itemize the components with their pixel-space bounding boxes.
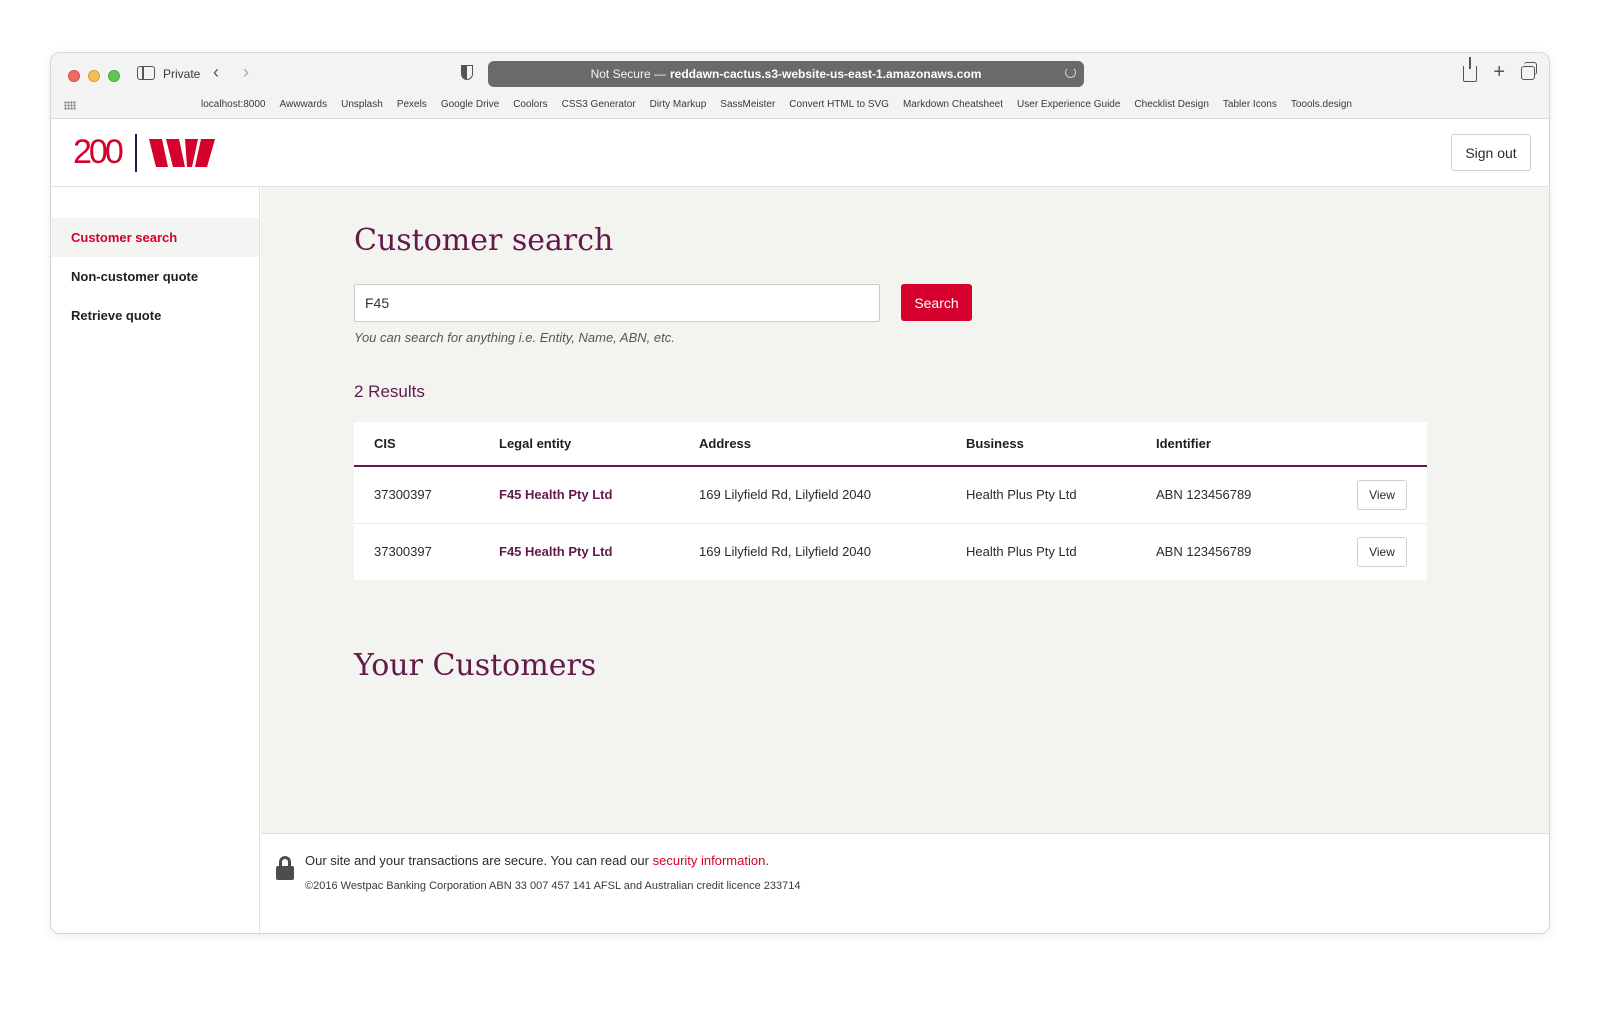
column-header-legal-entity: Legal entity [499, 422, 699, 467]
new-tab-icon[interactable]: + [1493, 62, 1505, 82]
logo-divider [134, 133, 137, 172]
legal-entity-cell: F45 Health Pty Ltd [499, 523, 699, 580]
security-information-link[interactable]: security information [653, 853, 766, 868]
bookmark-item[interactable]: Pexels [397, 99, 427, 110]
legal-entity-cell: F45 Health Pty Ltd [499, 466, 699, 524]
results-count: 2 Results [354, 382, 425, 401]
table-row: 37300397 F45 Health Pty Ltd 169 Lilyfield … [354, 523, 1427, 580]
tab-overview-icon[interactable] [1521, 62, 1537, 80]
table-header-row: CIS Legal entity Address Business Identi… [354, 422, 1427, 467]
your-customers-title: Your Customers [354, 648, 597, 683]
copyright-text: ©2016 Westpac Banking Corporation ABN 33… [305, 880, 801, 892]
browser-actions: + [1463, 57, 1537, 82]
bookmark-item[interactable]: Tabler Icons [1223, 99, 1277, 110]
column-header-actions [1346, 422, 1427, 467]
main-content: Customer search Search You can search fo… [261, 187, 1549, 833]
back-arrow-icon[interactable]: ‹ [213, 62, 219, 82]
bookmark-item[interactable]: localhost:8000 [201, 99, 266, 110]
close-window-button[interactable] [68, 70, 80, 82]
bookmark-item[interactable]: CSS3 Generator [562, 99, 636, 110]
view-button[interactable]: View [1357, 536, 1407, 567]
lock-icon [276, 856, 294, 880]
results-body: 37300397 F45 Health Pty Ltd 169 Lilyfield … [354, 466, 1427, 580]
bookmark-item[interactable]: Coolors [513, 99, 547, 110]
action-cell: View [1346, 466, 1427, 524]
identifier-cell: ABN 123456789 [1156, 466, 1346, 524]
table-row: 37300397 F45 Health Pty Ltd 169 Lilyfield … [354, 466, 1427, 524]
bookmark-item[interactable]: Google Drive [441, 99, 499, 110]
bookmark-item[interactable]: Checklist Design [1134, 99, 1208, 110]
column-header-identifier: Identifier [1156, 422, 1346, 467]
browser-chrome: Private ‹ › Not Secure — reddawn-cactus.… [51, 53, 1549, 119]
site-header: 200 Sign out [51, 119, 1549, 187]
cis-cell: 37300397 [354, 466, 499, 524]
bookmarks-bar: localhost:8000 Awwwards Unsplash Pexels Goog… [51, 95, 1549, 117]
logo-200-text: 200 [73, 133, 124, 171]
shield-icon[interactable] [461, 65, 473, 80]
window-controls [68, 70, 120, 82]
private-label: Private [163, 67, 201, 81]
zoom-window-button[interactable] [108, 70, 120, 82]
legal-entity-link[interactable]: F45 Health Pty Ltd [499, 487, 612, 502]
results-table: CIS Legal entity Address Business Identi… [354, 422, 1427, 580]
column-header-business: Business [966, 422, 1156, 467]
url-security-prefix: Not Secure — [590, 67, 666, 81]
sign-out-button[interactable]: Sign out [1451, 134, 1531, 171]
business-cell: Health Plus Pty Ltd [966, 544, 1077, 560]
bookmark-item[interactable]: Convert HTML to SVG [789, 99, 889, 110]
minimize-window-button[interactable] [88, 70, 100, 82]
view-button[interactable]: View [1357, 479, 1407, 510]
reload-icon[interactable] [1065, 67, 1076, 78]
share-icon[interactable] [1463, 57, 1478, 82]
legal-entity-link[interactable]: F45 Health Pty Ltd [499, 544, 612, 559]
nav-item-retrieve-quote[interactable]: Retrieve quote [51, 296, 259, 335]
security-notice-text: Our site and your transactions are secur… [305, 853, 649, 868]
bookmark-item[interactable]: Dirty Markup [650, 99, 707, 110]
column-header-cis: CIS [354, 422, 499, 467]
bookmark-item[interactable]: User Experience Guide [1017, 99, 1120, 110]
grid-icon[interactable] [64, 101, 76, 110]
web-page: 200 Sign out Customer search Non-customer… [51, 119, 1549, 933]
security-notice: Our site and your transactions are secur… [305, 853, 769, 868]
bookmark-item[interactable]: Markdown Cheatsheet [903, 99, 1003, 110]
bookmark-item[interactable]: Unsplash [341, 99, 383, 110]
identifier-cell: ABN 123456789 [1156, 544, 1252, 560]
security-notice-end: . [765, 853, 769, 868]
nav-item-customer-search[interactable]: Customer search [51, 218, 259, 257]
nav-item-non-customer-quote[interactable]: Non-customer quote [51, 257, 259, 296]
search-input[interactable] [354, 284, 880, 322]
address-cell: 169 Lilyfield Rd, Lilyfield 2040 [699, 466, 966, 524]
business-cell: Health Plus Pty Ltd [966, 466, 1156, 524]
column-header-address: Address [699, 422, 966, 467]
address-bar[interactable]: Not Secure — reddawn-cactus.s3-website-u… [488, 61, 1084, 87]
url-host: reddawn-cactus.s3-website-us-east-1.amaz… [669, 67, 982, 81]
action-cell: View [1346, 523, 1427, 580]
search-button[interactable]: Search [901, 284, 972, 321]
left-navigation: Customer search Non-customer quote Retriev… [51, 187, 260, 933]
page-footer: Our site and your transactions are secur… [261, 833, 1549, 933]
bookmark-item[interactable]: Toools.design [1291, 99, 1352, 110]
bookmark-item[interactable]: Awwwards [280, 99, 328, 110]
sidebar-toggle-icon[interactable] [137, 66, 155, 80]
page-body: Customer search Non-customer quote Retriev… [51, 187, 1549, 933]
search-hint: You can search for anything i.e. Entity,… [354, 330, 675, 345]
page-title: Customer search [354, 223, 614, 258]
cis-cell: 37300397 [374, 544, 432, 560]
bookmark-item[interactable]: SassMeister [720, 99, 775, 110]
forward-arrow-icon[interactable]: › [243, 62, 249, 82]
address-cell: 169 Lilyfield Rd, Lilyfield 2040 [699, 544, 871, 560]
westpac-w-icon [148, 138, 215, 167]
browser-window: Private ‹ › Not Secure — reddawn-cactus.… [50, 52, 1550, 934]
westpac-logo[interactable]: 200 [73, 133, 215, 172]
bookmark-list: localhost:8000 Awwwards Unsplash Pexels Goog… [201, 99, 1352, 110]
